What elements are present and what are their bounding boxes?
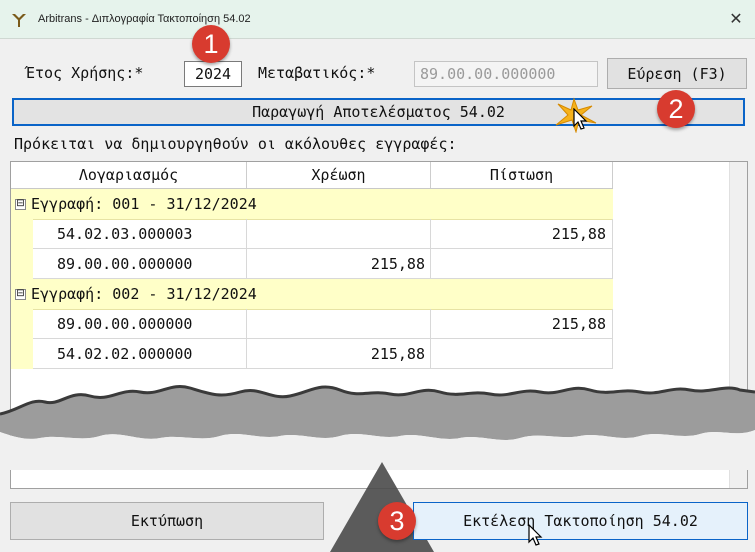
info-text: Πρόκειται να δημιουργηθούν οι ακόλουθες …	[14, 135, 457, 153]
print-button[interactable]: Εκτύπωση	[10, 502, 324, 540]
table-row[interactable]: 89.00.00.000000 215,88	[11, 309, 613, 339]
produce-result-button[interactable]: Παραγωγή Αποτελέσματος 54.02	[12, 98, 745, 126]
cell-credit[interactable]: 215,88	[431, 219, 613, 249]
cell-credit[interactable]	[431, 339, 613, 369]
collapse-icon[interactable]: ⊟	[15, 288, 26, 300]
cell-account[interactable]: 54.02.03.000003	[33, 219, 247, 249]
header-account[interactable]: Λογαριασμός	[11, 162, 247, 188]
cell-debit[interactable]: 215,88	[247, 339, 431, 369]
title-bar: Arbitrans - Διπλογραφία Τακτοποίηση 54.0…	[0, 0, 755, 39]
group-label: Εγγραφή: 002 - 31/12/2024	[31, 285, 257, 303]
cell-debit[interactable]: 215,88	[247, 249, 431, 279]
annotation-badge-3: 3	[378, 502, 416, 540]
cell-account[interactable]: 54.02.02.000000	[33, 339, 247, 369]
window-title: Arbitrans - Διπλογραφία Τακτοποίηση 54.0…	[38, 13, 251, 25]
close-button[interactable]: ✕	[717, 0, 755, 38]
cell-debit[interactable]	[247, 309, 431, 339]
group-row[interactable]: ⊟ Εγγραφή: 002 - 31/12/2024	[11, 279, 613, 310]
year-label: Έτος Χρήσης:*	[26, 64, 144, 82]
find-button[interactable]: Εύρεση (F3)	[607, 58, 747, 89]
grid-header: Λογαριασμός Χρέωση Πίστωση	[11, 162, 613, 189]
collapse-icon[interactable]: ⊟	[15, 198, 26, 210]
produce-result-label: Παραγωγή Αποτελέσματος 54.02	[252, 103, 505, 121]
app-logo-icon	[12, 14, 26, 27]
group-row[interactable]: ⊟ Εγγραφή: 001 - 31/12/2024	[11, 189, 613, 220]
table-row[interactable]: 54.02.03.000003 215,88	[11, 219, 613, 249]
print-label: Εκτύπωση	[130, 512, 204, 530]
run-fix-label: Εκτέλεση Τακτοποίηση 54.02	[463, 512, 698, 530]
run-fix-button[interactable]: Εκτέλεση Τακτοποίηση 54.02	[413, 502, 748, 540]
transit-account-label: Μεταβατικός:*	[258, 64, 376, 82]
cell-account[interactable]: 89.00.00.000000	[33, 309, 247, 339]
torn-edge-graphic	[0, 385, 755, 470]
mouse-cursor-icon	[573, 108, 588, 130]
header-credit[interactable]: Πίστωση	[431, 162, 613, 188]
group-label: Εγγραφή: 001 - 31/12/2024	[31, 195, 257, 213]
cell-debit[interactable]	[247, 219, 431, 249]
header-debit[interactable]: Χρέωση	[247, 162, 431, 188]
table-row[interactable]: 54.02.02.000000 215,88	[11, 339, 613, 369]
annotation-badge-2: 2	[657, 90, 695, 128]
year-input[interactable]: 2024	[184, 61, 242, 87]
cell-credit[interactable]: 215,88	[431, 309, 613, 339]
cell-credit[interactable]	[431, 249, 613, 279]
transit-account-input[interactable]: 89.00.00.000000	[414, 61, 598, 87]
close-icon: ✕	[729, 11, 743, 28]
mouse-cursor-icon	[528, 524, 543, 546]
annotation-badge-1: 1	[192, 25, 230, 63]
table-row[interactable]: 89.00.00.000000 215,88	[11, 249, 613, 279]
cell-account[interactable]: 89.00.00.000000	[33, 249, 247, 279]
